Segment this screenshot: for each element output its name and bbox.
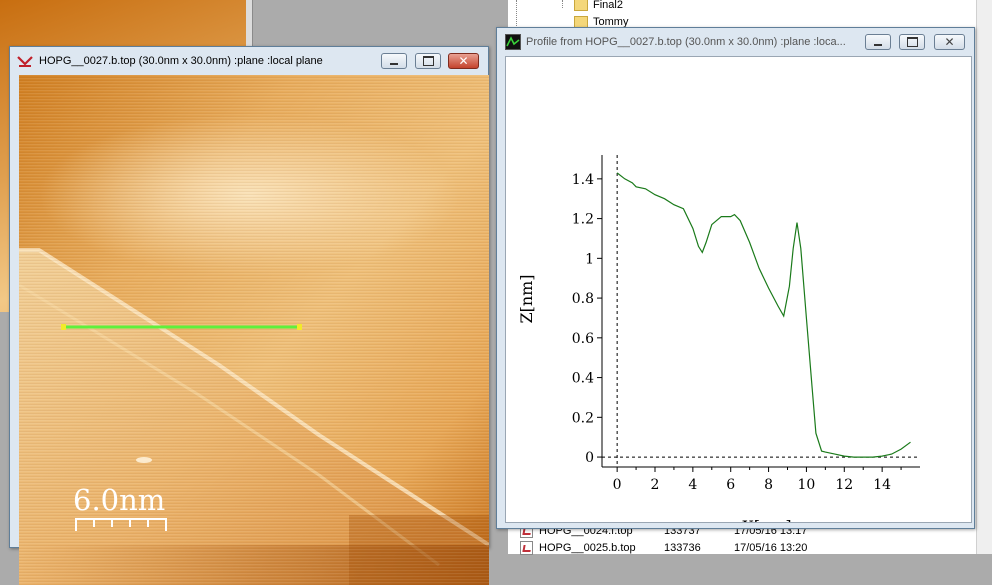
tree-item-label: Tommy bbox=[593, 15, 629, 28]
x-tick-label: 14 bbox=[873, 477, 891, 493]
file-size: 133736 bbox=[664, 541, 701, 554]
file-row[interactable]: HOPG__0025.b.top 133736 17/05/16 13:20 bbox=[520, 540, 807, 555]
folder-icon bbox=[574, 0, 588, 11]
close-button[interactable]: ✕ bbox=[448, 53, 479, 69]
maximize-button[interactable] bbox=[899, 34, 925, 50]
minimize-button[interactable] bbox=[381, 53, 407, 69]
x-tick-label: 12 bbox=[835, 477, 853, 493]
file-date: 17/05/16 13:20 bbox=[734, 541, 808, 554]
scale-bar bbox=[75, 518, 167, 531]
y-tick-label: 1.2 bbox=[572, 212, 594, 228]
afm-tip-icon bbox=[17, 56, 33, 67]
profile-window-title: Profile from HOPG__0027.b.top (30.0nm x … bbox=[526, 36, 846, 48]
tree-item-label: Final2 bbox=[593, 0, 623, 11]
y-tick-label: 1.4 bbox=[572, 172, 594, 188]
x-tick-label: 10 bbox=[798, 477, 816, 493]
scan-line-start-handle[interactable] bbox=[61, 324, 66, 330]
explorer-scrollbar[interactable] bbox=[976, 0, 992, 554]
profile-series-line bbox=[616, 172, 911, 458]
maximize-icon bbox=[422, 56, 434, 66]
tree-connector bbox=[562, 0, 563, 8]
y-tick-label: 0 bbox=[585, 450, 594, 466]
profile-window-titlebar[interactable]: Profile from HOPG__0027.b.top (30.0nm x … bbox=[497, 28, 974, 56]
x-tick-label: 4 bbox=[688, 477, 697, 493]
minimize-icon bbox=[874, 44, 882, 46]
minimize-button[interactable] bbox=[865, 34, 891, 50]
file-name: HOPG__0025.b.top bbox=[539, 541, 636, 554]
x-tick-label: 2 bbox=[651, 477, 660, 493]
profile-window: Profile from HOPG__0027.b.top (30.0nm x … bbox=[496, 27, 975, 536]
close-icon: ✕ bbox=[458, 54, 469, 68]
y-tick-label: 0.2 bbox=[572, 410, 594, 426]
height-profile-chart: 0 0.2 0.4 0.6 0.8 1 1.2 1.4 0 2 4 6 8 10 12 14 X[nm] Z[nm… bbox=[517, 155, 920, 536]
maximize-button[interactable] bbox=[415, 53, 441, 69]
minimize-icon bbox=[390, 63, 398, 65]
maximize-icon bbox=[906, 37, 918, 47]
profile-chart-icon bbox=[505, 34, 521, 50]
close-button[interactable]: ✕ bbox=[934, 34, 965, 50]
scan-line-end-handle[interactable] bbox=[297, 324, 302, 330]
y-tick-label: 0.6 bbox=[572, 331, 594, 347]
y-tick-label: 0.8 bbox=[572, 291, 594, 307]
x-tick-label: 8 bbox=[764, 477, 773, 493]
y-tick-label: 1 bbox=[585, 251, 594, 267]
x-tick-label: 0 bbox=[613, 477, 622, 493]
y-axis-label: Z[nm] bbox=[517, 274, 536, 323]
x-axis-label: X[nm] bbox=[742, 517, 791, 522]
folder-icon bbox=[574, 15, 588, 28]
profile-plot-panel[interactable]: 0 0.2 0.4 0.6 0.8 1 1.2 1.4 0 2 4 6 8 10 12 14 X[nm] Z[nm… bbox=[505, 56, 972, 536]
image-window-titlebar[interactable]: HOPG__0027.b.top (30.0nm x 30.0nm) :plan… bbox=[10, 47, 488, 75]
y-tick-label: 0.4 bbox=[572, 371, 594, 387]
afm-topography-image[interactable]: 6.0nm bbox=[19, 75, 489, 585]
file-icon bbox=[520, 540, 533, 555]
x-tick-label: 6 bbox=[726, 477, 735, 493]
image-window-title: HOPG__0027.b.top (30.0nm x 30.0nm) :plan… bbox=[39, 55, 323, 67]
tree-connector bbox=[516, 0, 517, 30]
image-window: HOPG__0027.b.top (30.0nm x 30.0nm) :plan… bbox=[9, 46, 489, 585]
close-icon: ✕ bbox=[944, 35, 955, 49]
scale-bar-label: 6.0nm bbox=[73, 483, 166, 517]
tree-item-final2[interactable]: Final2 bbox=[574, 0, 623, 12]
